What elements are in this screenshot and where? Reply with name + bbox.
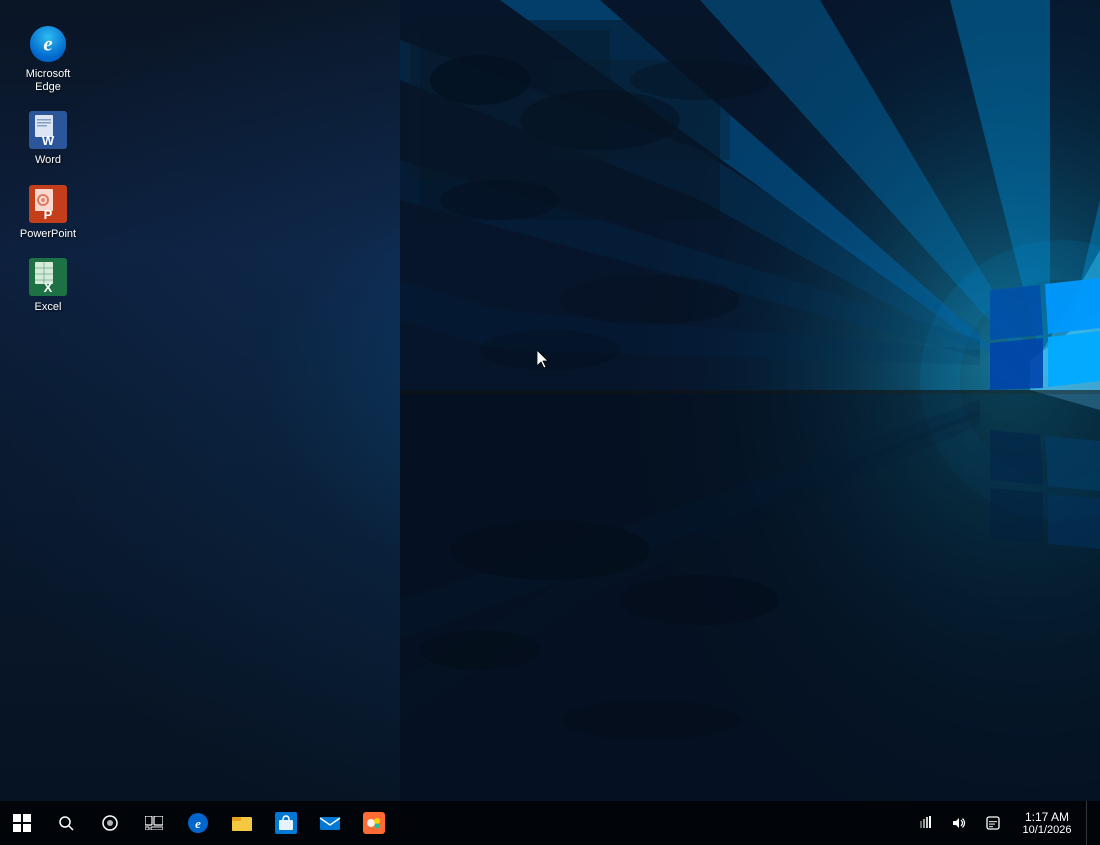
svg-text:e: e xyxy=(43,32,52,56)
task-view-button[interactable] xyxy=(132,801,176,845)
svg-text:W: W xyxy=(42,133,55,148)
desktop: e Microsoft Edge W Word xyxy=(0,0,1100,845)
action-center-icon[interactable] xyxy=(978,801,1008,845)
taskbar-pinned-apps: e xyxy=(176,801,396,845)
edge-icon: e xyxy=(28,24,68,64)
taskbar-store-icon xyxy=(275,812,297,834)
excel-icon: X xyxy=(28,257,68,297)
taskbar-edge-icon: e xyxy=(187,812,209,834)
cortana-icon xyxy=(101,814,119,832)
windows-logo-icon xyxy=(13,814,31,832)
wallpaper xyxy=(0,0,1100,845)
network-tray-icon[interactable] xyxy=(910,801,940,845)
cortana-button[interactable] xyxy=(88,801,132,845)
svg-text:e: e xyxy=(195,816,201,831)
desktop-icon-powerpoint[interactable]: P PowerPoint xyxy=(8,178,88,247)
desktop-icon-word[interactable]: W Word xyxy=(8,104,88,173)
network-icon xyxy=(918,816,932,830)
svg-text:P: P xyxy=(44,207,53,222)
taskbar-paint3d-icon xyxy=(363,812,385,834)
edge-icon-label: Microsoft Edge xyxy=(12,68,84,94)
taskbar-edge[interactable]: e xyxy=(176,801,220,845)
wallpaper-svg xyxy=(400,0,1100,845)
win-logo-sq-br xyxy=(23,824,31,832)
win-logo-sq-tl xyxy=(13,814,21,822)
taskbar-tray: 1:17 AM 10/1/2026 xyxy=(910,801,1100,845)
task-view-icon xyxy=(145,816,163,830)
desktop-icon-edge[interactable]: e Microsoft Edge xyxy=(8,18,88,100)
word-icon-label: Word xyxy=(35,154,61,167)
search-icon xyxy=(58,815,74,831)
show-desktop-button[interactable] xyxy=(1086,801,1092,845)
taskbar: e xyxy=(0,801,1100,845)
excel-icon-label: Excel xyxy=(35,301,62,314)
search-button[interactable] xyxy=(44,801,88,845)
taskbar-file-explorer[interactable] xyxy=(220,801,264,845)
taskbar-mail[interactable] xyxy=(308,801,352,845)
svg-text:X: X xyxy=(44,280,53,295)
powerpoint-icon-label: PowerPoint xyxy=(20,228,76,241)
volume-tray-icon[interactable] xyxy=(944,801,974,845)
powerpoint-icon: P xyxy=(28,184,68,224)
taskbar-mail-icon xyxy=(319,812,341,834)
taskbar-file-explorer-icon xyxy=(231,812,253,834)
taskbar-store[interactable] xyxy=(264,801,308,845)
notification-icon xyxy=(986,816,1000,830)
taskbar-paint3d[interactable] xyxy=(352,801,396,845)
desktop-icon-excel[interactable]: X Excel xyxy=(8,251,88,320)
taskbar-time: 1:17 AM xyxy=(1025,810,1069,824)
word-icon: W xyxy=(28,110,68,150)
taskbar-clock[interactable]: 1:17 AM 10/1/2026 xyxy=(1012,801,1082,845)
win-logo-sq-bl xyxy=(13,824,21,832)
desktop-icons-container: e Microsoft Edge W Word xyxy=(0,10,96,332)
volume-icon xyxy=(952,816,966,830)
win-logo-sq-tr xyxy=(23,814,31,822)
taskbar-date: 10/1/2026 xyxy=(1023,824,1072,836)
start-button[interactable] xyxy=(0,801,44,845)
